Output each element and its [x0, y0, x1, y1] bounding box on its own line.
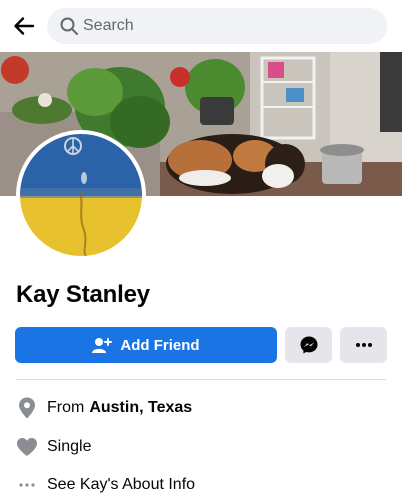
- search-input[interactable]: [83, 8, 373, 44]
- search-bar[interactable]: [47, 8, 387, 44]
- section-divider: [16, 379, 386, 380]
- profile-name: Kay Stanley: [16, 281, 150, 308]
- relationship-status: Single: [47, 438, 92, 455]
- from-prefix: From: [47, 399, 85, 416]
- intro-about-row[interactable]: See Kay's About Info: [16, 473, 195, 497]
- from-location[interactable]: Austin, Texas: [89, 399, 192, 417]
- see-about-info-link[interactable]: See Kay's About Info: [47, 476, 195, 494]
- ellipsis-icon: [16, 474, 38, 496]
- search-icon: [60, 17, 78, 35]
- back-button[interactable]: [10, 12, 38, 40]
- add-friend-button[interactable]: Add Friend: [15, 327, 277, 363]
- location-pin-icon: [16, 397, 38, 419]
- heart-icon: [16, 436, 38, 458]
- profile-picture[interactable]: [20, 134, 142, 256]
- add-friend-label: Add Friend: [120, 336, 200, 354]
- messenger-icon: [300, 336, 317, 354]
- top-bar: [0, 0, 402, 52]
- intro-relationship-row: Single: [16, 435, 91, 459]
- intro-from-row: From Austin, Texas: [16, 396, 192, 420]
- message-button[interactable]: [285, 327, 332, 363]
- more-options-button[interactable]: [340, 327, 387, 363]
- more-dots-icon: [355, 343, 372, 347]
- arrow-left-icon: [14, 17, 35, 35]
- add-friend-icon: [92, 338, 113, 353]
